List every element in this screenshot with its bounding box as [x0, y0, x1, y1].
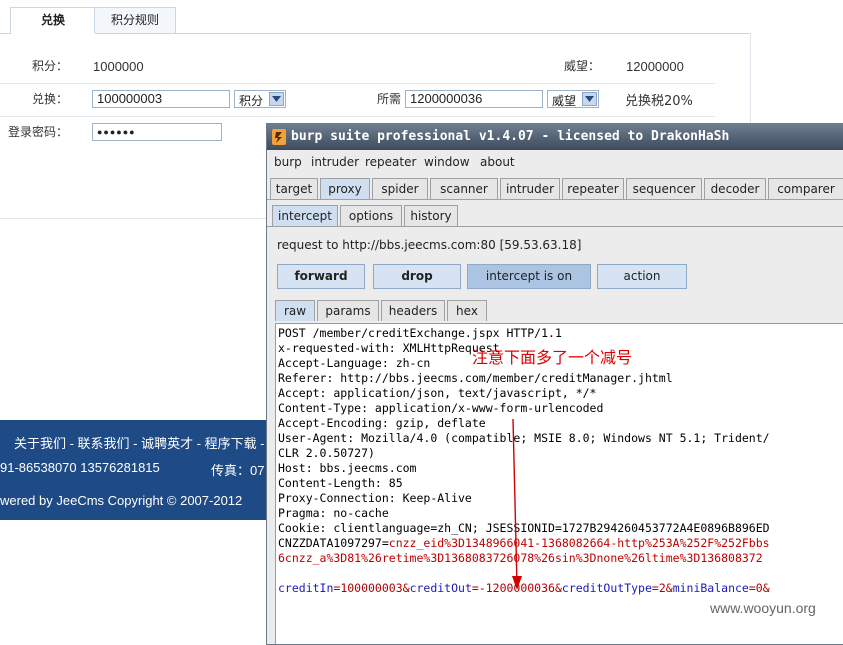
exchange-unit-select[interactable]: 积分 — [234, 90, 286, 108]
burp-titlebar[interactable]: burp suite professional v1.4.07 - licens… — [267, 124, 843, 150]
tab-decoder[interactable]: decoder — [704, 178, 766, 199]
footer-copyright: wered by JeeCms Copyright © 2007-2012 — [0, 493, 243, 508]
required-unit-value: 威望 — [552, 94, 577, 108]
subtab-intercept[interactable]: intercept — [272, 205, 338, 226]
request-editor[interactable]: POST /member/creditExchange.jspx HTTP/1.… — [275, 323, 843, 644]
tab-repeater[interactable]: repeater — [562, 178, 624, 199]
chevron-down-icon[interactable] — [582, 92, 597, 106]
action-button[interactable]: action — [597, 264, 687, 289]
tab-points-rules[interactable]: 积分规则 — [94, 7, 176, 33]
password-label: 登录密码： — [8, 125, 69, 139]
tab-comparer[interactable]: comparer — [768, 178, 843, 199]
tab-spider[interactable]: spider — [372, 178, 428, 199]
burp-title: burp suite professional v1.4.07 - licens… — [291, 129, 730, 144]
divider — [267, 199, 843, 200]
watermark: www.wooyun.org — [710, 600, 816, 616]
divider — [267, 226, 843, 227]
footer-fax: 传真：07 — [211, 463, 265, 478]
footer-phones: 91-86538070 13576281815 — [0, 460, 160, 475]
required-label: 所需 — [377, 92, 402, 106]
tab-target[interactable]: target — [270, 178, 318, 199]
site-footer: 关于我们 - 联系我们 - 诚聘英才 - 程序下载 - 广 91-8653807… — [0, 420, 281, 520]
viewtab-params[interactable]: params — [317, 300, 379, 321]
tab-scanner[interactable]: scanner — [430, 178, 498, 199]
tab-exchange[interactable]: 兑换 — [10, 7, 96, 34]
subtab-history[interactable]: history — [404, 205, 458, 226]
points-label: 积分： — [32, 59, 69, 73]
divider — [0, 116, 715, 117]
exchange-unit-value: 积分 — [239, 94, 264, 108]
viewtab-raw[interactable]: raw — [275, 300, 315, 321]
divider — [0, 83, 715, 84]
menu-window[interactable]: window — [424, 155, 470, 169]
subtab-options[interactable]: options — [340, 205, 402, 226]
menu-intruder[interactable]: intruder — [311, 155, 359, 169]
exchange-tax-text: 兑换税20% — [625, 94, 693, 109]
intercept-toggle-button[interactable]: intercept is on — [467, 264, 591, 289]
chevron-down-icon[interactable] — [269, 92, 284, 106]
prestige-value: 12000000 — [626, 59, 684, 74]
menu-about[interactable]: about — [480, 155, 515, 169]
forward-button[interactable]: forward — [277, 264, 365, 289]
required-unit-select[interactable]: 威望 — [547, 90, 599, 108]
burp-logo-icon — [272, 129, 286, 145]
exchange-label: 兑换： — [32, 92, 69, 106]
tab-proxy[interactable]: proxy — [320, 178, 370, 199]
viewtab-headers[interactable]: headers — [381, 300, 445, 321]
tab-intruder[interactable]: intruder — [500, 178, 560, 199]
prestige-label: 威望： — [564, 59, 601, 73]
footer-links[interactable]: 关于我们 - 联系我们 - 诚聘英才 - 程序下载 - 广 — [14, 433, 281, 452]
viewtab-hex[interactable]: hex — [447, 300, 487, 321]
burp-menubar: burp intruder repeater window about — [267, 151, 843, 173]
tab-sequencer[interactable]: sequencer — [626, 178, 702, 199]
request-target: request to http://bbs.jeecms.com:80 [59.… — [277, 238, 582, 252]
annotation-arrow-icon — [512, 418, 522, 590]
burp-window: burp suite professional v1.4.07 - licens… — [266, 123, 843, 645]
password-input[interactable]: ●●●●●● — [92, 123, 222, 141]
page-tabbar: 兑换 积分规则 — [0, 7, 750, 34]
exchange-amount-input[interactable]: 100000003 — [92, 90, 230, 108]
required-amount-input[interactable]: 1200000036 — [405, 90, 543, 108]
drop-button[interactable]: drop — [373, 264, 461, 289]
points-value: 1000000 — [93, 59, 144, 74]
menu-burp[interactable]: burp — [274, 155, 302, 169]
menu-repeater[interactable]: repeater — [365, 155, 416, 169]
